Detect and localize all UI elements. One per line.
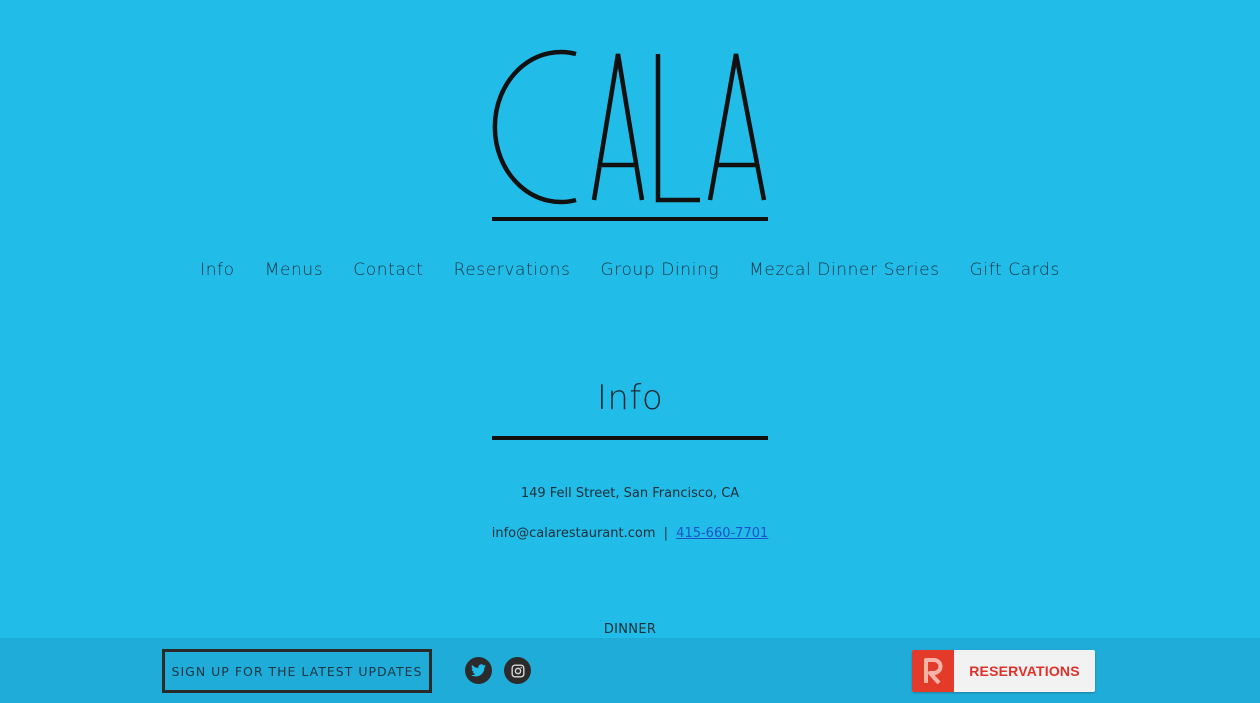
nav-item-group-dining[interactable]: Group Dining — [601, 260, 720, 280]
separator: | — [663, 526, 669, 541]
page-title: Info — [596, 378, 664, 418]
logo-underline — [492, 217, 768, 221]
instagram-icon — [510, 663, 525, 678]
twitter-link[interactable] — [465, 657, 492, 684]
nav-item-info[interactable]: Info — [200, 260, 235, 280]
email-text: info@calarestaurant.com — [491, 526, 656, 541]
twitter-icon — [471, 664, 486, 677]
reservations-widget-button[interactable]: RESERVATIONS — [912, 650, 1095, 692]
title-underline — [492, 436, 768, 440]
reservations-r-icon — [912, 650, 954, 692]
nav-item-contact[interactable]: Contact — [353, 260, 423, 280]
nav-item-gift-cards[interactable]: Gift Cards — [970, 260, 1060, 280]
instagram-link[interactable] — [504, 657, 531, 684]
nav-item-reservations[interactable]: Reservations — [454, 260, 571, 280]
main-nav: Info Menus Contact Reservations Group Di… — [0, 260, 1260, 280]
dinner-heading: DINNER — [603, 622, 657, 637]
cala-logo[interactable] — [492, 48, 768, 224]
contact-line: info@calarestaurant.com | 415-660-7701 — [0, 526, 1260, 541]
reservations-label: RESERVATIONS — [969, 663, 1080, 679]
address: 149 Fell Street, San Francisco, CA — [520, 486, 740, 501]
nav-item-mezcal-dinner-series[interactable]: Mezcal Dinner Series — [749, 260, 939, 280]
signup-button[interactable]: SIGN UP FOR THE LATEST UPDATES — [162, 649, 432, 693]
phone-link[interactable]: 415-660-7701 — [676, 526, 768, 541]
nav-item-menus[interactable]: Menus — [265, 260, 324, 280]
